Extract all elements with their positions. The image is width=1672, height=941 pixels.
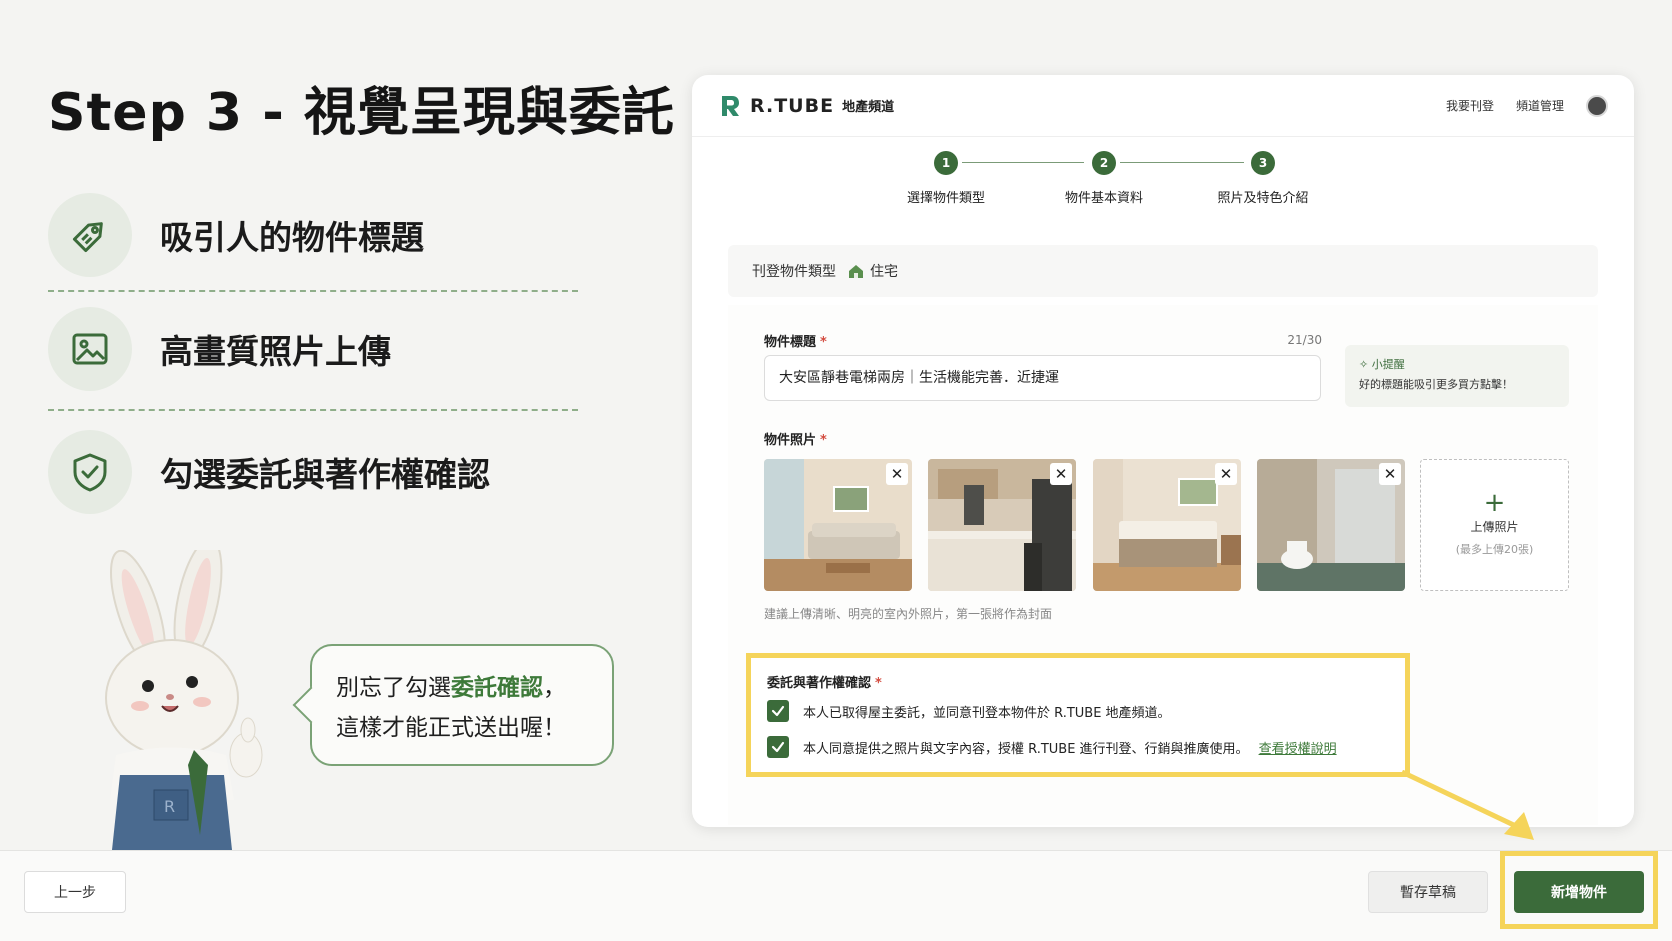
top-bar: R.TUBE 地產頻道 我要刊登 頻道管理 bbox=[692, 75, 1634, 137]
bubble-highlight: 委託確認 bbox=[451, 675, 543, 701]
photo-guidance-text: 建議上傳清晰、明亮的室內外照片，第一張將作為封面 bbox=[764, 607, 1053, 621]
required-mark: * bbox=[820, 335, 827, 350]
feature-label: 吸引人的物件標題 bbox=[160, 218, 424, 257]
copyright-checkbox[interactable] bbox=[767, 736, 789, 758]
image-icon bbox=[48, 307, 132, 391]
bubble-line-2: 這樣才能正式送出喔！ bbox=[336, 715, 566, 741]
listing-type-bar: 刊登物件類型 住宅 bbox=[728, 245, 1598, 297]
remove-photo-icon[interactable]: ✕ bbox=[1215, 463, 1237, 485]
photo-thumbnail[interactable]: ✕ bbox=[1257, 459, 1405, 591]
svg-text:R: R bbox=[164, 797, 175, 816]
consent-text: 本人已取得屋主委託，並同意刊登本物件於 R.TUBE 地產頻道。 bbox=[803, 705, 1171, 721]
upload-limit-hint: (最多上傳20張) bbox=[1455, 543, 1534, 556]
label-text: 委託與著作權確認 bbox=[767, 676, 872, 691]
bubble-line-1: 別忘了勾選委託確認， bbox=[336, 668, 588, 708]
add-listing-button[interactable]: 新增物件 bbox=[1514, 871, 1644, 913]
consent-section: 委託與著作權確認 * 本人已取得屋主委託，並同意刊登本物件於 R.TUBE 地產頻… bbox=[746, 653, 1410, 777]
consent-text: 本人同意提供之照片與文字內容，授權 R.TUBE 進行刊登、行銷與推廣使用。 bbox=[803, 741, 1249, 757]
remove-photo-icon[interactable]: ✕ bbox=[1379, 463, 1401, 485]
step-connector bbox=[1120, 162, 1244, 163]
feature-photos: 高畫質照片上傳 bbox=[48, 307, 578, 391]
house-icon bbox=[849, 265, 863, 278]
rtube-logo-icon bbox=[722, 95, 739, 116]
arrow-annotation-icon bbox=[1400, 770, 1534, 840]
step-2-dot: 2 bbox=[1092, 151, 1116, 175]
license-details-link[interactable]: 查看授權說明 bbox=[1259, 738, 1337, 757]
bottom-action-bar: 上一步 暫存草稿 新增物件 bbox=[0, 850, 1672, 941]
upload-photo-button[interactable]: + 上傳照片 (最多上傳20張) bbox=[1420, 459, 1569, 591]
feature-title: 吸引人的物件標題 bbox=[48, 193, 578, 277]
required-mark: * bbox=[820, 433, 827, 448]
previous-step-button[interactable]: 上一步 bbox=[24, 871, 126, 913]
step-1-dot: 1 bbox=[934, 151, 958, 175]
step-title: Step 3 - 視覺呈現與委託 bbox=[48, 83, 675, 143]
feature-label: 高畫質照片上傳 bbox=[160, 332, 391, 371]
step-3-label: 照片及特色介紹 bbox=[1217, 191, 1309, 206]
step-2-label: 物件基本資料 bbox=[1064, 191, 1143, 206]
avatar[interactable] bbox=[1586, 94, 1608, 117]
photos-field-label: 物件照片 * bbox=[764, 429, 827, 448]
step-connector bbox=[962, 162, 1084, 163]
plus-icon: + bbox=[1483, 488, 1506, 518]
brand-subtitle: 地產頻道 bbox=[842, 100, 895, 115]
photo-thumbnail[interactable]: ✕ bbox=[928, 459, 1076, 591]
checkmark-icon bbox=[771, 705, 785, 717]
nav-channel-manage[interactable]: 頻道管理 bbox=[1516, 97, 1564, 114]
tip-box: ✧ 小提醒 好的標題能吸引更多買方點擊！ bbox=[1345, 345, 1569, 407]
photo-thumbnail[interactable]: ✕ bbox=[764, 459, 912, 591]
save-draft-button[interactable]: 暫存草稿 bbox=[1368, 871, 1488, 913]
consent-row-copyright: 本人同意提供之照片與文字內容，授權 R.TUBE 進行刊登、行銷與推廣使用。 查… bbox=[767, 736, 1337, 758]
mascot-speech-bubble: 別忘了勾選委託確認， 這樣才能正式送出喔！ bbox=[310, 644, 614, 766]
title-field-label: 物件標題 * bbox=[764, 331, 827, 350]
top-nav: 我要刊登 頻道管理 bbox=[1446, 94, 1608, 117]
label-text: 物件標題 bbox=[764, 335, 817, 350]
photo-thumbnail[interactable]: ✕ bbox=[1093, 459, 1241, 591]
listing-type-label: 刊登物件類型 bbox=[752, 264, 836, 280]
remove-photo-icon[interactable]: ✕ bbox=[1050, 463, 1072, 485]
upload-label: 上傳照片 bbox=[1470, 520, 1519, 534]
checkmark-icon bbox=[771, 741, 785, 753]
feature-label: 勾選委託與著作權確認 bbox=[160, 455, 490, 494]
required-mark: * bbox=[875, 676, 882, 691]
rabbit-mascot: R bbox=[105, 550, 263, 850]
brand-name: R.TUBE bbox=[750, 94, 835, 117]
title-input[interactable]: 大安區靜巷電梯兩房｜生活機能完善．近捷運 bbox=[764, 355, 1321, 401]
step-1-label: 選擇物件類型 bbox=[906, 191, 985, 206]
label-text: 物件照片 bbox=[764, 433, 817, 448]
tag-icon bbox=[48, 193, 132, 277]
consent-row-authorization: 本人已取得屋主委託，並同意刊登本物件於 R.TUBE 地產頻道。 bbox=[767, 700, 1171, 722]
step-3-dot: 3 bbox=[1251, 151, 1275, 175]
divider bbox=[48, 290, 578, 292]
authorization-checkbox[interactable] bbox=[767, 700, 789, 722]
tip-body: 好的標題能吸引更多買方點擊！ bbox=[1359, 378, 1513, 391]
divider bbox=[48, 409, 578, 411]
tip-heading: ✧ 小提醒 bbox=[1359, 358, 1405, 371]
listing-type-value: 住宅 bbox=[870, 264, 898, 280]
remove-photo-icon[interactable]: ✕ bbox=[886, 463, 908, 485]
title-char-counter: 21/30 bbox=[1287, 333, 1322, 347]
shield-check-icon bbox=[48, 430, 132, 514]
bubble-text: 別忘了勾選 bbox=[336, 675, 451, 701]
bubble-text: ， bbox=[543, 675, 566, 701]
feature-consent: 勾選委託與著作權確認 bbox=[48, 430, 578, 514]
nav-post-listing[interactable]: 我要刊登 bbox=[1446, 97, 1494, 114]
consent-title: 委託與著作權確認 * bbox=[767, 672, 882, 691]
